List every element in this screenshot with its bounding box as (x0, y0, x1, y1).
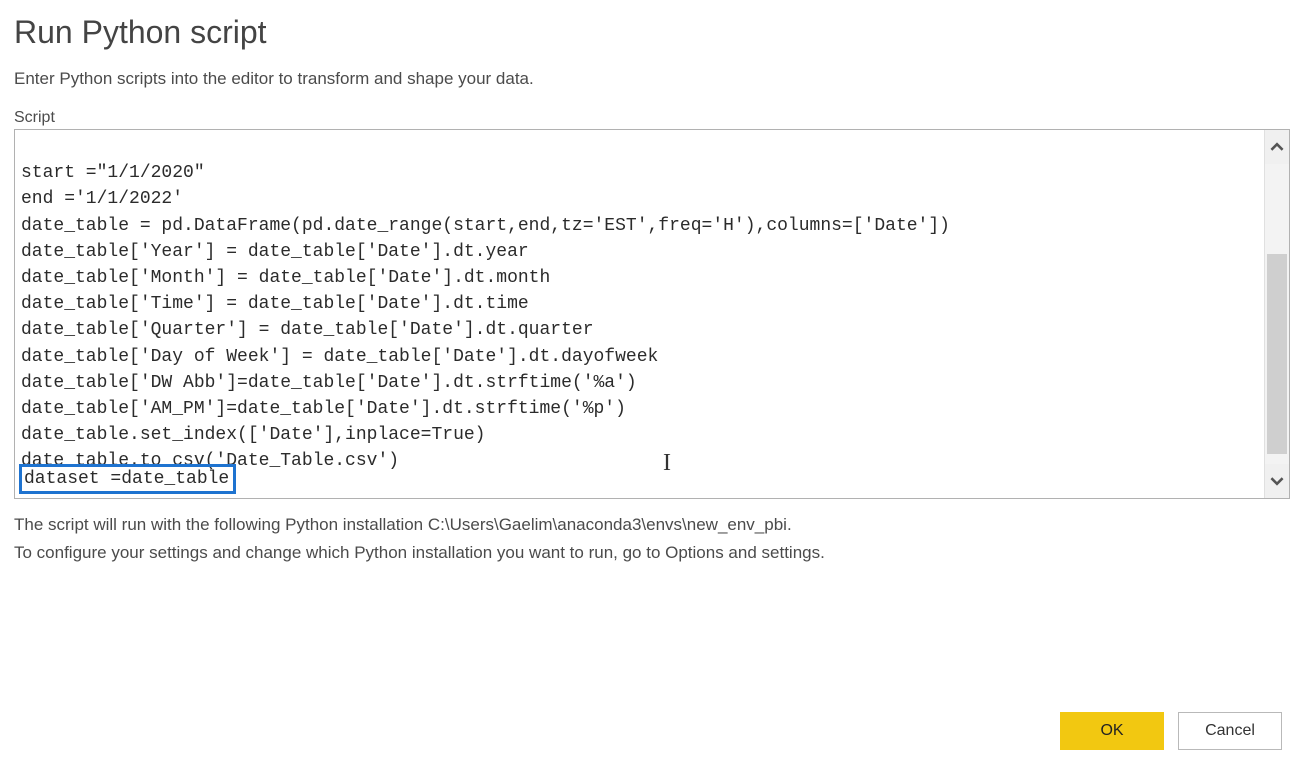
code-line: date_table['Day of Week'] = date_table['… (21, 347, 658, 367)
scroll-up-button[interactable] (1265, 130, 1289, 164)
scroll-down-button[interactable] (1265, 464, 1289, 498)
chevron-up-icon (1270, 140, 1284, 154)
code-line: date_table.set_index(['Date'],inplace=Tr… (21, 425, 485, 445)
dialog-subtitle: Enter Python scripts into the editor to … (14, 69, 1290, 89)
code-line: end ='1/1/2022' (21, 189, 183, 209)
cancel-button[interactable]: Cancel (1178, 712, 1282, 750)
script-editor[interactable]: start ="1/1/2020" end ='1/1/2022' date_t… (14, 129, 1290, 499)
code-line: date_table['Month'] = date_table['Date']… (21, 268, 550, 288)
settings-hint-text: To configure your settings and change wh… (14, 543, 1290, 563)
code-line: date_table['DW Abb']=date_table['Date'].… (21, 373, 637, 393)
text-cursor-icon: I (663, 450, 671, 476)
dialog-title: Run Python script (14, 14, 1290, 51)
dialog-button-row: OK Cancel (14, 700, 1290, 754)
scroll-track[interactable] (1265, 164, 1289, 464)
code-line: date_table['AM_PM']=date_table['Date'].d… (21, 399, 626, 419)
scroll-thumb[interactable] (1267, 254, 1287, 454)
code-line: start ="1/1/2020" (21, 163, 205, 183)
vertical-scrollbar[interactable] (1264, 130, 1289, 498)
chevron-down-icon (1270, 474, 1284, 488)
code-line: date_table = pd.DataFrame(pd.date_range(… (21, 216, 950, 236)
code-line: date_table['Year'] = date_table['Date'].… (21, 242, 529, 262)
script-label: Script (14, 109, 1290, 127)
highlighted-code-line: dataset =date_table (19, 464, 236, 494)
code-line: date_table['Quarter'] = date_table['Date… (21, 320, 594, 340)
code-line: date_table['Time'] = date_table['Date'].… (21, 294, 529, 314)
python-install-path-text: The script will run with the following P… (14, 515, 1290, 535)
script-textarea[interactable]: start ="1/1/2020" end ='1/1/2022' date_t… (15, 130, 1264, 498)
ok-button[interactable]: OK (1060, 712, 1164, 750)
run-python-script-dialog: Run Python script Enter Python scripts i… (0, 0, 1304, 768)
